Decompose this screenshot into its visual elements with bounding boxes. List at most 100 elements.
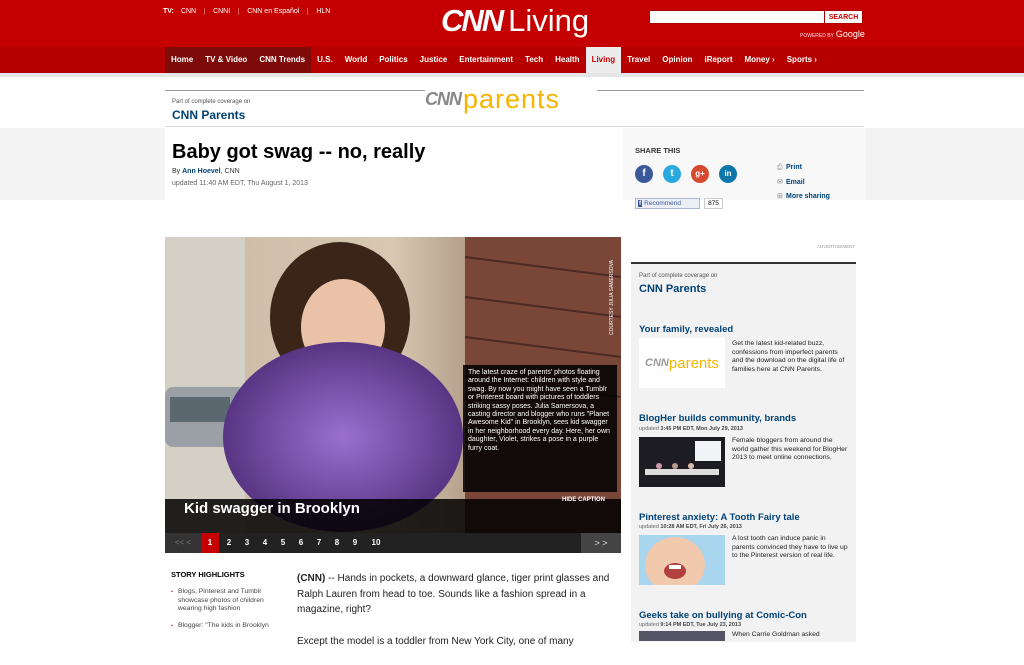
rail-item-3-date-label: updated — [639, 524, 659, 530]
nav-item-home[interactable]: Home — [165, 47, 200, 73]
gallery-page-8[interactable]: 8 — [328, 533, 346, 553]
nav-item-opinion[interactable]: Opinion — [656, 47, 698, 73]
gallery-page-3[interactable]: 3 — [238, 533, 256, 553]
nav-item-cnn-trends[interactable]: CNN Trends — [253, 47, 312, 73]
rail-item-4-thumbnail[interactable] — [639, 631, 725, 641]
nav-item-tech[interactable]: Tech — [519, 47, 549, 73]
nav-bottom-strip — [0, 73, 1024, 77]
nav-item-travel[interactable]: Travel — [621, 47, 656, 73]
rail-item-3-date: updated 10:28 AM EDT, Fri July 26, 2013 — [639, 524, 742, 530]
paragraph-1-text: -- Hands in pockets, a downward glance, … — [297, 573, 610, 615]
gallery-title: Kid swagger in Brooklyn — [184, 500, 360, 517]
tv-label: TV: — [163, 8, 174, 15]
recommend-count: 875 — [704, 198, 723, 209]
rail-item-2-thumbnail[interactable] — [639, 437, 725, 487]
gallery-page-9[interactable]: 9 — [346, 533, 364, 553]
nav-item-world[interactable]: World — [339, 47, 374, 73]
dateline: (CNN) — [297, 573, 326, 584]
rail-item-2-text: Female bloggers from around the world ga… — [732, 437, 848, 462]
rail-item-2-date-label: updated — [639, 426, 659, 432]
cnn-living-logo[interactable]: CNN Living — [441, 3, 589, 38]
cnn-parents-logo[interactable]: CNN parents — [425, 84, 597, 114]
highlight-item: Blogger: "The kids in Brooklyn — [171, 622, 281, 631]
gallery-prev-button[interactable]: << < — [165, 533, 201, 553]
search-input[interactable] — [649, 10, 825, 24]
gallery-page-1[interactable]: 1 — [201, 533, 219, 553]
nav-item-sports[interactable]: Sports › — [781, 47, 823, 73]
hide-caption-button[interactable]: HIDE CAPTION — [562, 497, 605, 503]
nav-item-health[interactable]: Health — [549, 47, 585, 73]
tv-links: TV: CNN CNNI CNN en Español HLN — [163, 8, 338, 15]
linkedin-icon[interactable]: in — [719, 165, 737, 183]
search-button[interactable]: SEARCH — [825, 10, 863, 24]
body-paragraph-2: Except the model is a toddler from New Y… — [297, 635, 574, 647]
tv-link-cnni[interactable]: CNNI — [204, 8, 238, 15]
coverage-label: Part of complete coverage on — [172, 99, 251, 105]
rail-item-2-date-value: 3:45 PM EDT, Mon July 29, 2013 — [660, 426, 743, 432]
rail-item-1-text: Get the latest kid-related buzz, confess… — [732, 340, 845, 373]
nav-item-justice[interactable]: Justice — [414, 47, 454, 73]
nav-item-living[interactable]: Living — [585, 47, 622, 73]
advertisement-label: ADVERTISEMENT — [817, 244, 856, 249]
nav-item-us[interactable]: U.S. — [311, 47, 339, 73]
more-sharing-link[interactable]: ⊞ More sharing — [777, 190, 830, 205]
share-links: ⎙ Print ✉ Email ⊞ More sharing — [777, 161, 830, 205]
rail-item-1-thumbnail[interactable]: CNN parents — [639, 338, 725, 388]
print-link[interactable]: ⎙ Print — [777, 161, 830, 176]
byline-source: , CNN — [220, 168, 240, 175]
byline-by: By — [172, 168, 183, 175]
nav-item-money[interactable]: Money › — [738, 47, 780, 73]
more-sharing-icon: ⊞ — [777, 193, 783, 200]
headline-box — [165, 128, 623, 200]
rail-item-1-headline[interactable]: Your family, revealed — [639, 324, 733, 335]
rail-item-3-headline[interactable]: Pinterest anxiety: A Tooth Fairy tale — [639, 512, 800, 523]
article-byline: By Ann Hoevel, CNN — [172, 168, 240, 175]
gallery-page-2[interactable]: 2 — [220, 533, 238, 553]
print-icon: ⎙ — [777, 164, 783, 171]
gallery-page-4[interactable]: 4 — [256, 533, 274, 553]
article-body: (CNN) -- Hands in pockets, a downward gl… — [297, 571, 613, 665]
rail-item-3-text: A lost tooth can induce panic in parents… — [732, 535, 848, 560]
facebook-icon[interactable]: f — [635, 165, 653, 183]
gallery-page-5[interactable]: 5 — [274, 533, 292, 553]
photo-credit: COURTESY JULIA SAMERSOVA — [609, 260, 615, 336]
rail-coverage-title[interactable]: CNN Parents — [639, 283, 706, 295]
email-link[interactable]: ✉ Email — [777, 176, 830, 191]
nav-item-tv-video[interactable]: TV & Video — [199, 47, 254, 73]
rail-thumb-cnn: CNN — [645, 357, 669, 369]
rail-item-2-date: updated 3:45 PM EDT, Mon July 29, 2013 — [639, 426, 743, 432]
gallery-page-10[interactable]: 10 — [366, 533, 386, 553]
rail-item-4-date: updated 9:14 PM EDT, Tue July 23, 2013 — [639, 622, 741, 628]
twitter-icon[interactable]: t — [663, 165, 681, 183]
highlight-item: Blogs, Pinterest and Tumblr showcase pho… — [171, 588, 281, 614]
search-form: SEARCH — [649, 10, 863, 24]
nav-item-politics[interactable]: Politics — [373, 47, 413, 73]
share-title: SHARE THIS — [635, 146, 681, 155]
nav-item-entertainment[interactable]: Entertainment — [453, 47, 519, 73]
tv-link-hln[interactable]: HLN — [307, 8, 338, 15]
gallery-next-button[interactable]: > > — [581, 533, 621, 553]
tv-link-cnn-espanol[interactable]: CNN en Español — [238, 8, 307, 15]
tv-link-cnn[interactable]: CNN — [181, 8, 204, 15]
rail-item-2-headline[interactable]: BlogHer builds community, brands — [639, 413, 796, 424]
gallery-pager: << < 1 2 3 4 5 6 7 8 9 10 > > — [165, 533, 621, 553]
rail-item-3-date-value: 10:28 AM EDT, Fri July 26, 2013 — [660, 524, 742, 530]
nav-item-ireport[interactable]: iReport — [698, 47, 738, 73]
coverage-title-link[interactable]: CNN Parents — [172, 108, 245, 122]
gallery-page-7[interactable]: 7 — [310, 533, 328, 553]
gallery-caption: The latest craze of parents' photos floa… — [463, 365, 617, 492]
rail-item-3-thumbnail[interactable] — [639, 535, 725, 585]
gallery-page-6[interactable]: 6 — [292, 533, 310, 553]
email-label: Email — [786, 178, 805, 186]
logo-cnn: CNN — [441, 3, 504, 38]
powered-by-label: POWERED BY — [800, 33, 834, 39]
story-highlights-list: Blogs, Pinterest and Tumblr showcase pho… — [171, 588, 281, 638]
author-link[interactable]: Ann Hoevel — [182, 168, 221, 175]
print-label: Print — [786, 164, 802, 171]
google-plus-icon[interactable]: g+ — [691, 165, 709, 183]
main-nav: Home TV & Video CNN Trends U.S. World Po… — [165, 47, 823, 73]
body-paragraph-1: (CNN) -- Hands in pockets, a downward gl… — [297, 571, 613, 618]
rail-item-4-headline[interactable]: Geeks take on bullying at Comic-Con — [639, 610, 807, 621]
rail-item-4-date-label: updated — [639, 622, 659, 628]
facebook-recommend-button[interactable]: f Recommend — [635, 198, 700, 209]
